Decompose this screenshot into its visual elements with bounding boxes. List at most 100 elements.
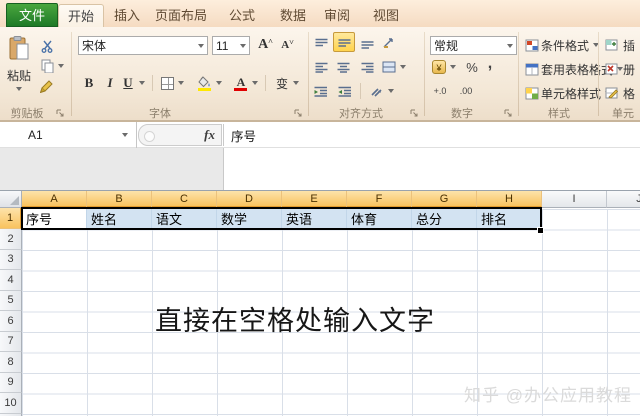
decrease-indent-icon[interactable] — [311, 82, 331, 100]
text-direction-dropdown-icon[interactable] — [388, 89, 394, 93]
name-box-dropdown-icon[interactable] — [122, 133, 128, 137]
underline-button[interactable]: U — [120, 74, 136, 92]
grow-font-button[interactable]: A ˄ — [255, 36, 276, 54]
format-painter-icon[interactable] — [38, 77, 56, 95]
fill-handle[interactable] — [537, 227, 544, 234]
row-header-1[interactable]: 1 — [0, 208, 22, 229]
font-color-bar — [234, 88, 247, 91]
font-color-dropdown-icon[interactable] — [252, 81, 258, 85]
paste-button[interactable]: 粘贴 — [2, 66, 36, 84]
column-header-G[interactable]: G — [412, 191, 477, 208]
fill-color-bar — [198, 88, 211, 91]
column-header-H[interactable]: H — [477, 191, 542, 208]
fill-color-dropdown-icon[interactable] — [216, 81, 222, 85]
conditional-formatting-button[interactable]: 条件格式 — [541, 36, 601, 54]
align-bottom-icon[interactable] — [357, 34, 377, 52]
currency-dropdown-icon[interactable] — [450, 65, 456, 69]
tab-page-layout[interactable]: 页面布局 — [148, 4, 214, 27]
font-size-select[interactable]: 11 — [212, 36, 250, 55]
font-group-label: 字体 — [149, 108, 171, 120]
column-header-B[interactable]: B — [87, 191, 152, 208]
number-format-value: 常规 — [434, 39, 459, 53]
insert-cells-icon — [604, 36, 619, 54]
insert-cells-button[interactable]: 插 — [621, 36, 637, 54]
row-header-9[interactable]: 9 — [0, 372, 22, 393]
row-header-4[interactable]: 4 — [0, 270, 22, 291]
align-right-icon[interactable] — [357, 58, 377, 76]
phonetic-guide-button[interactable]: 变 — [272, 74, 292, 92]
column-header-J[interactable]: J — [607, 191, 640, 208]
fill-color-icon[interactable] — [196, 72, 214, 92]
underline-dropdown-icon[interactable] — [139, 81, 145, 85]
column-header-F[interactable]: F — [347, 191, 412, 208]
number-dialog-launcher-icon[interactable] — [504, 107, 513, 117]
column-header-C[interactable]: C — [152, 191, 217, 208]
align-left-icon[interactable] — [311, 58, 331, 76]
column-header-E[interactable]: E — [282, 191, 347, 208]
phonetic-dropdown-icon[interactable] — [293, 81, 299, 85]
align-top-icon[interactable] — [311, 34, 331, 52]
format-cells-button[interactable]: 格 — [621, 84, 637, 102]
cut-icon[interactable] — [38, 37, 56, 55]
insert-function-area[interactable]: fx — [138, 124, 222, 146]
row-header-2[interactable]: 2 — [0, 229, 22, 250]
formula-bar-collapse-icon[interactable] — [144, 131, 155, 142]
formula-bar-left-panel — [0, 148, 224, 190]
worksheet-grid[interactable]: ABCDEFGHIJ 1234567891011 序号姓名语文数学英语体育总分排… — [0, 191, 640, 416]
alignment-dialog-launcher-icon[interactable] — [410, 107, 419, 117]
decrease-decimal-button[interactable]: .00 — [454, 82, 478, 100]
paste-dropdown-icon[interactable] — [16, 87, 22, 91]
font-dialog-launcher-icon[interactable] — [294, 107, 303, 117]
comma-style-button[interactable]: , — [483, 55, 497, 73]
orientation-icon[interactable] — [379, 34, 399, 52]
tab-data[interactable]: 数据 — [270, 4, 316, 27]
row-header-7[interactable]: 7 — [0, 331, 22, 352]
row-header-6[interactable]: 6 — [0, 311, 22, 332]
paste-icon[interactable] — [6, 35, 32, 63]
clipboard-dialog-launcher-icon[interactable] — [56, 107, 65, 117]
column-header-A[interactable]: A — [22, 191, 87, 208]
font-family-select[interactable]: 宋体 — [78, 36, 208, 55]
formula-bar-content[interactable]: 序号 — [231, 122, 256, 148]
tab-review[interactable]: 审阅 — [314, 4, 360, 27]
select-all-button[interactable] — [0, 191, 22, 208]
alignment-group-label: 对齐方式 — [339, 108, 383, 120]
font-family-value: 宋体 — [82, 39, 107, 53]
tab-view[interactable]: 视图 — [363, 4, 409, 27]
currency-format-icon[interactable]: ¥ — [430, 58, 448, 76]
align-center-icon[interactable] — [333, 58, 353, 76]
shrink-font-button[interactable]: A ˅ — [278, 36, 297, 54]
number-format-select[interactable]: 常规 — [430, 36, 517, 55]
insert-function-icon[interactable]: fx — [204, 127, 215, 143]
select-all-triangle-icon — [10, 196, 19, 205]
tab-formulas[interactable]: 公式 — [219, 4, 265, 27]
tab-insert[interactable]: 插入 — [106, 4, 148, 27]
increase-decimal-button[interactable]: +.0 — [428, 82, 452, 100]
percent-style-button[interactable]: % — [463, 58, 481, 76]
name-box[interactable]: A1 — [0, 122, 137, 148]
row-header-5[interactable]: 5 — [0, 290, 22, 311]
increase-indent-icon[interactable] — [335, 82, 355, 100]
column-header-D[interactable]: D — [217, 191, 282, 208]
row-header-3[interactable]: 3 — [0, 249, 22, 270]
align-middle-icon[interactable] — [333, 32, 355, 52]
merge-center-icon[interactable] — [379, 58, 399, 76]
delete-cells-button[interactable]: 册 — [621, 60, 637, 78]
text-direction-icon[interactable] — [367, 82, 387, 100]
merge-dropdown-icon[interactable] — [400, 65, 406, 69]
borders-icon[interactable] — [158, 74, 176, 92]
row-header-10[interactable]: 10 — [0, 393, 22, 414]
tab-file[interactable]: 文件 — [6, 3, 58, 27]
italic-button[interactable]: I — [102, 74, 118, 92]
font-size-value: 11 — [216, 38, 229, 53]
column-header-I[interactable]: I — [542, 191, 607, 208]
tab-home[interactable]: 开始 — [58, 4, 104, 27]
formula-bar-input-area[interactable] — [224, 148, 640, 190]
font-color-icon[interactable]: A — [232, 72, 250, 92]
copy-dropdown-icon[interactable] — [58, 64, 64, 68]
bold-button[interactable]: B — [80, 74, 98, 92]
borders-dropdown-icon[interactable] — [178, 81, 184, 85]
ribbon: 粘贴 剪贴板 宋体 11 A ˄ A ˅ B I U A 变 字体 对齐方式 常… — [0, 27, 640, 122]
copy-icon[interactable] — [38, 57, 56, 75]
row-header-8[interactable]: 8 — [0, 352, 22, 373]
